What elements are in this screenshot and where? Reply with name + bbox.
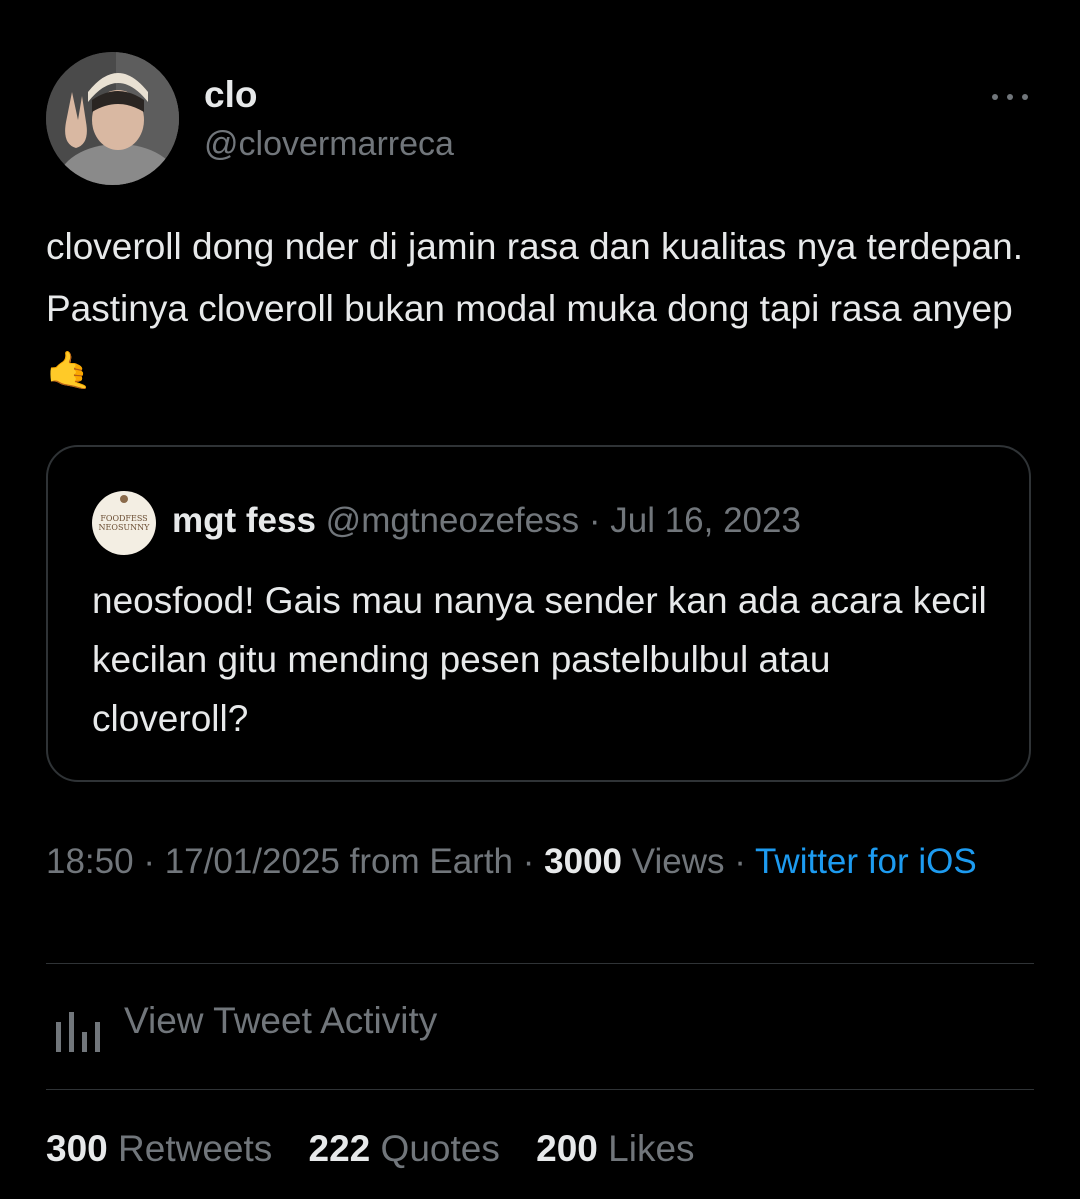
- quote-date: Jul 16, 2023: [610, 501, 801, 540]
- retweets-stat[interactable]: 300 Retweets: [46, 1128, 283, 1169]
- quote-header: mgt fess @mgtneozefess · Jul 16, 2023: [172, 501, 801, 541]
- more-horizontal-icon-dot: [1022, 94, 1028, 100]
- more-horizontal-icon: [992, 94, 998, 100]
- tweet-body: cloveroll dong nder di jamin rasa dan ku…: [46, 226, 1023, 329]
- meta-separator: ·: [734, 842, 746, 881]
- tweet-location: from Earth: [349, 842, 514, 881]
- engagement-stats: 300 Retweets 222 Quotes 200 Likes: [46, 1128, 721, 1170]
- tweet-date[interactable]: 17/01/2025: [165, 842, 340, 881]
- author-display-name[interactable]: clo: [204, 74, 257, 116]
- retweets-count: 300: [46, 1128, 108, 1169]
- tweet-text: cloveroll dong nder di jamin rasa dan ku…: [46, 216, 1046, 402]
- likes-label: Likes: [608, 1128, 695, 1169]
- likes-count: 200: [536, 1128, 598, 1169]
- author-avatar[interactable]: [46, 52, 179, 185]
- more-options-button[interactable]: [992, 74, 1036, 118]
- divider: [46, 963, 1034, 964]
- quote-avatar-line-2: NEOSUNNY: [98, 523, 150, 532]
- tweet-metadata: 18:50 · 17/01/2025 from Earth · 3000 Vie…: [46, 838, 1026, 886]
- user-photo-avatar-icon: [46, 52, 179, 185]
- quote-text: neosfood! Gais mau nanya sender kan ada …: [92, 580, 987, 739]
- quoted-tweet[interactable]: FOODFESS NEOSUNNY mgt fess @mgtneozefess…: [46, 445, 1031, 782]
- tweet-time[interactable]: 18:50: [46, 842, 134, 881]
- quote-separator: ·: [588, 501, 601, 540]
- more-horizontal-icon-dot: [1007, 94, 1013, 100]
- view-tweet-activity-label: View Tweet Activity: [124, 1000, 438, 1041]
- meta-separator: ·: [143, 842, 155, 881]
- likes-stat[interactable]: 200 Likes: [536, 1128, 694, 1169]
- view-tweet-activity-button[interactable]: View Tweet Activity: [46, 996, 646, 1060]
- avatar-dot-icon: [120, 495, 128, 503]
- author-handle[interactable]: @clovermarreca: [204, 125, 454, 164]
- quote-author-name[interactable]: mgt fess: [172, 501, 316, 540]
- quote-author-avatar[interactable]: FOODFESS NEOSUNNY: [92, 491, 156, 555]
- quotes-count: 222: [308, 1128, 371, 1169]
- quotes-stat[interactable]: 222 Quotes: [309, 1128, 511, 1169]
- divider: [46, 1089, 1034, 1090]
- meta-separator: ·: [522, 842, 535, 881]
- quote-avatar-line-1: FOODFESS: [100, 514, 148, 523]
- tweet-header: clo @clovermarreca: [46, 52, 1036, 186]
- quote-author-handle[interactable]: @mgtneozefess: [326, 501, 579, 540]
- views-count: 3000: [544, 842, 623, 881]
- call-me-hand-emoji-icon: 🤙: [46, 349, 93, 392]
- retweets-label: Retweets: [118, 1128, 273, 1169]
- quotes-label: Quotes: [380, 1128, 500, 1169]
- views-label: Views: [631, 842, 725, 881]
- analytics-bar-chart-icon: [56, 1012, 100, 1052]
- tweet-source-link[interactable]: Twitter for iOS: [755, 842, 977, 881]
